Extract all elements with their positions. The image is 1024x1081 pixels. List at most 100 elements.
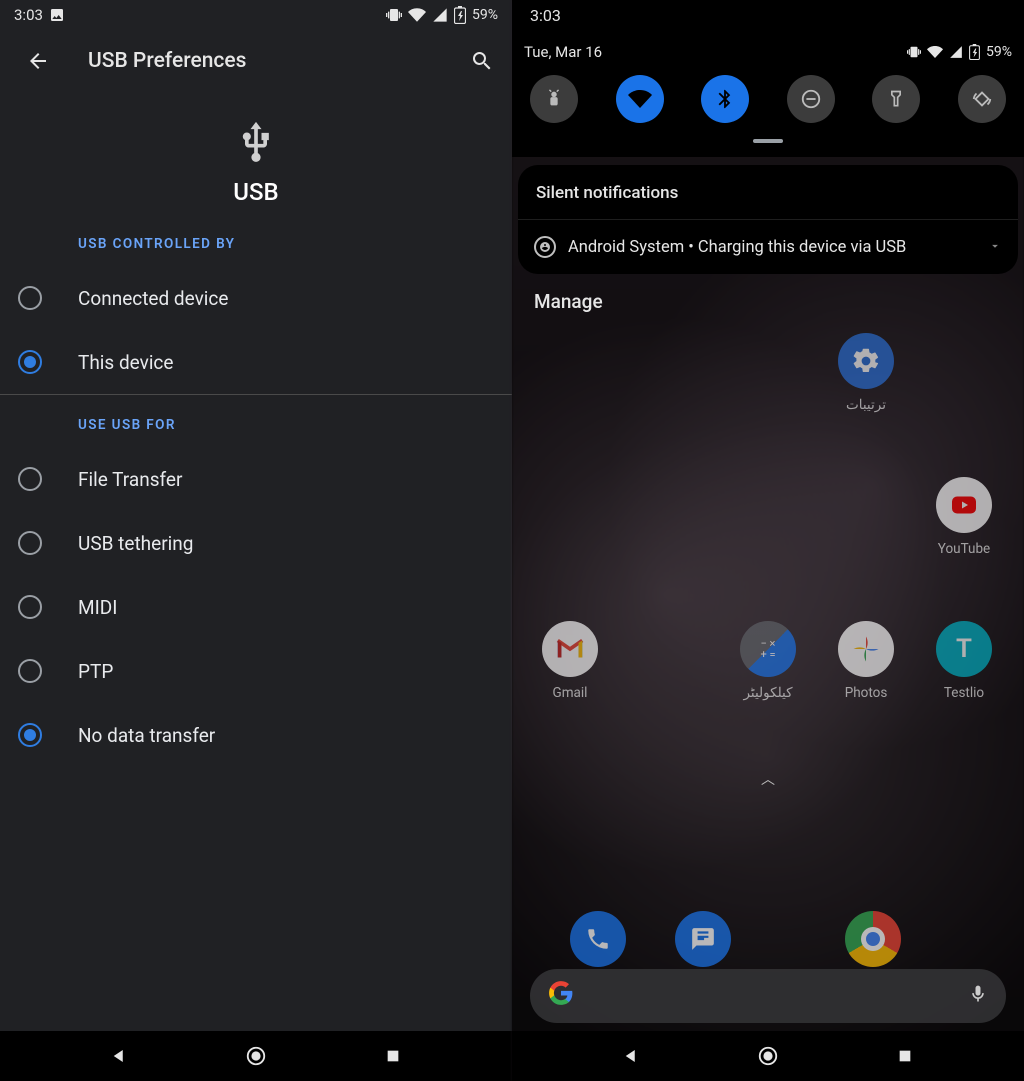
nav-recents[interactable] [893, 1044, 917, 1068]
triangle-back-icon [110, 1047, 128, 1065]
app-gmail[interactable]: Gmail [522, 621, 618, 701]
chrome-icon [861, 927, 885, 951]
image-icon [49, 7, 65, 23]
radio-icon [18, 286, 42, 310]
radio-this-device[interactable]: This device [0, 330, 512, 394]
battery-percent: 59% [472, 7, 498, 23]
notif-section-header: Silent notifications [518, 165, 1018, 220]
usb-hero: USB [0, 92, 512, 236]
arrow-back-icon [26, 49, 50, 73]
messages-icon [690, 926, 716, 952]
status-time: 3:03 [14, 6, 43, 24]
android-icon [543, 88, 565, 110]
app-drawer-handle[interactable]: ︿ [761, 769, 775, 789]
square-recents-icon [385, 1048, 401, 1064]
radio-icon [18, 595, 42, 619]
square-recents-icon [897, 1048, 913, 1064]
wifi-icon [927, 44, 943, 60]
usb-icon [234, 116, 278, 168]
mic-icon[interactable] [968, 984, 988, 1008]
section-header-controlledby: USB CONTROLLED BY [0, 236, 512, 266]
dock-phone[interactable] [550, 911, 646, 967]
radio-icon [18, 531, 42, 555]
qs-tile-flashlight[interactable] [872, 75, 920, 123]
qs-tile-wifi[interactable] [616, 75, 664, 123]
radio-label: No data transfer [78, 724, 215, 747]
app-label: کیلکولیٹر [743, 685, 792, 701]
page-title: USB Preferences [88, 49, 432, 73]
radio-label: File Transfer [78, 468, 182, 491]
qs-status-icons: 59% [907, 44, 1012, 60]
wifi-icon [408, 6, 426, 24]
vibrate-icon [907, 45, 921, 59]
radio-icon-selected [18, 350, 42, 374]
app-photos[interactable]: Photos [818, 621, 914, 701]
triangle-back-icon [622, 1047, 640, 1065]
qs-tiles-row [524, 67, 1012, 127]
app-settings[interactable]: ترتیبات [818, 333, 914, 413]
app-label: YouTube [938, 541, 990, 557]
titlebar: USB Preferences [0, 30, 512, 92]
nav-recents[interactable] [381, 1044, 405, 1068]
nav-home[interactable] [756, 1044, 780, 1068]
nav-back[interactable] [107, 1044, 131, 1068]
app-label: Testlio [944, 685, 984, 701]
dnd-icon [800, 88, 822, 110]
calculator-icon: − ×+ = [760, 638, 775, 660]
google-logo-icon [548, 980, 574, 1013]
app-youtube[interactable]: YouTube [916, 477, 1012, 557]
radio-usb-tethering[interactable]: USB tethering [0, 511, 512, 575]
radio-label: Connected device [78, 287, 228, 310]
gear-icon [851, 346, 881, 376]
qs-tile-android-debug[interactable] [530, 75, 578, 123]
battery-charging-icon [454, 6, 466, 24]
circle-home-icon [757, 1045, 779, 1067]
app-calculator[interactable]: − ×+ = کیلکولیٹر [720, 621, 816, 701]
photos-icon [851, 634, 881, 664]
gmail-icon [555, 638, 585, 660]
qs-tile-autorotate[interactable] [958, 75, 1006, 123]
system-settings-icon [534, 236, 556, 258]
shade-drag-handle[interactable] [753, 139, 783, 143]
dock-messages[interactable] [655, 911, 751, 967]
radio-icon [18, 659, 42, 683]
radio-midi[interactable]: MIDI [0, 575, 512, 639]
radio-connected-device[interactable]: Connected device [0, 266, 512, 330]
nav-home[interactable] [244, 1044, 268, 1068]
notification-card: Silent notifications Android System • Ch… [518, 165, 1018, 274]
search-icon [470, 49, 494, 73]
phone-icon [585, 926, 611, 952]
dock [512, 911, 1024, 967]
section-header-usefor: USE USB FOR [0, 395, 512, 447]
radio-ptp[interactable]: PTP [0, 639, 512, 703]
chevron-down-icon[interactable] [988, 238, 1002, 257]
notif-android-system-usb[interactable]: Android System • Charging this device vi… [518, 220, 1018, 274]
app-label: Photos [845, 685, 888, 701]
back-button[interactable] [18, 41, 58, 81]
app-testlio[interactable]: T Testlio [916, 621, 1012, 701]
app-label: ترتیبات [846, 397, 886, 413]
quick-settings-panel[interactable]: 3:03 Tue, Mar 16 59% [512, 0, 1024, 157]
navbar-right [512, 1031, 1024, 1081]
usb-hero-label: USB [233, 178, 278, 206]
nav-back[interactable] [619, 1044, 643, 1068]
google-search-bar[interactable] [530, 969, 1006, 1023]
radio-no-data-transfer[interactable]: No data transfer [0, 703, 512, 767]
search-button[interactable] [462, 41, 502, 81]
radio-file-transfer[interactable]: File Transfer [0, 447, 512, 511]
settings-content: USB USB CONTROLLED BY Connected device T… [0, 92, 512, 1031]
manage-button[interactable]: Manage [512, 274, 1024, 313]
qs-tile-bluetooth[interactable] [701, 75, 749, 123]
youtube-icon [947, 493, 981, 517]
autorotate-icon [971, 88, 993, 110]
radio-icon-selected [18, 723, 42, 747]
wifi-icon [628, 87, 652, 111]
qs-tile-dnd[interactable] [787, 75, 835, 123]
radio-label: MIDI [78, 596, 117, 619]
radio-label: This device [78, 351, 173, 374]
flashlight-icon [886, 89, 906, 109]
home-screen[interactable]: ترتیبات YouTube Gmail − ×+ = کیلکولیٹر P… [512, 313, 1024, 1081]
dock-chrome[interactable] [825, 911, 921, 967]
navbar-left [0, 1031, 512, 1081]
bluetooth-icon [714, 88, 736, 110]
